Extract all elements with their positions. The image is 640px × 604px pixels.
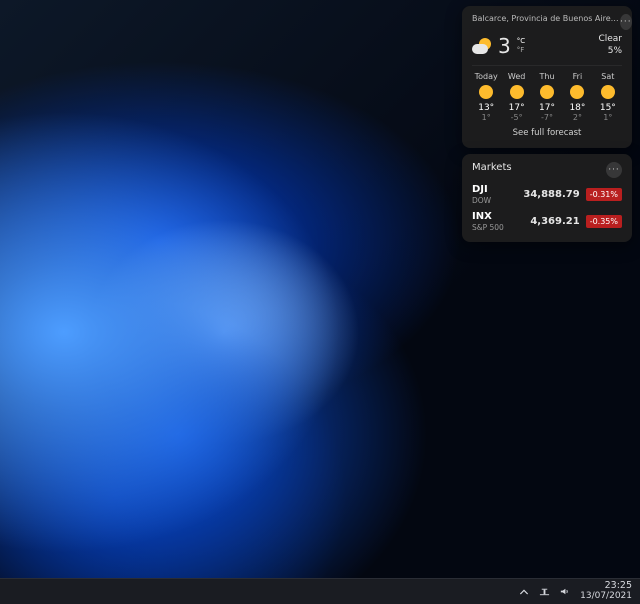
day-high: 13° bbox=[472, 103, 500, 113]
day-low: 1° bbox=[472, 113, 500, 122]
markets-header: Markets ··· bbox=[472, 162, 622, 178]
day-name: Wed bbox=[502, 72, 530, 81]
markets-rows: DJI DOW 34,888.79 -0.31% INX S&P 500 4,3… bbox=[472, 184, 622, 232]
day-high: 18° bbox=[563, 103, 591, 113]
system-tray bbox=[518, 586, 570, 598]
day-high: 17° bbox=[533, 103, 561, 113]
forecast-day[interactable]: Fri 18° 2° bbox=[563, 72, 591, 122]
taskbar[interactable]: 23:25 13/07/2021 bbox=[0, 578, 640, 604]
weather-temp: 3 bbox=[498, 36, 511, 56]
partly-cloudy-icon bbox=[472, 35, 494, 57]
forecast-day[interactable]: Thu 17° -7° bbox=[533, 72, 561, 122]
day-name: Fri bbox=[563, 72, 591, 81]
weather-now-left: 3 °C °F bbox=[472, 35, 525, 57]
day-low: 1° bbox=[594, 113, 622, 122]
markets-more-button[interactable]: ··· bbox=[606, 162, 622, 178]
market-value: 4,369.21 bbox=[530, 216, 579, 227]
weather-condition: Clear bbox=[598, 34, 622, 46]
weather-header: Balcarce, Provincia de Buenos Aires, ...… bbox=[472, 14, 622, 30]
unit-fahrenheit[interactable]: °F bbox=[517, 46, 525, 54]
unit-celsius[interactable]: °C bbox=[517, 37, 525, 45]
desktop[interactable]: Balcarce, Provincia de Buenos Aires, ...… bbox=[0, 0, 640, 604]
market-symbol: INX bbox=[472, 211, 504, 223]
market-symbol: DJI bbox=[472, 184, 491, 196]
day-high: 17° bbox=[502, 103, 530, 113]
market-change: -0.35% bbox=[586, 215, 622, 228]
market-value: 34,888.79 bbox=[523, 189, 579, 200]
market-left: INX S&P 500 bbox=[472, 211, 504, 232]
forecast-day[interactable]: Wed 17° -5° bbox=[502, 72, 530, 122]
see-full-forecast-link[interactable]: See full forecast bbox=[472, 128, 622, 138]
taskbar-date: 13/07/2021 bbox=[580, 592, 632, 602]
weather-now: 3 °C °F Clear 5% bbox=[472, 34, 622, 57]
sunny-icon bbox=[570, 85, 584, 99]
day-name: Today bbox=[472, 72, 500, 81]
day-low: -7° bbox=[533, 113, 561, 122]
forecast-day[interactable]: Sat 15° 1° bbox=[594, 72, 622, 122]
day-name: Sat bbox=[594, 72, 622, 81]
network-icon[interactable] bbox=[538, 586, 550, 598]
weather-location: Balcarce, Provincia de Buenos Aires, ... bbox=[472, 14, 620, 23]
market-change: -0.31% bbox=[586, 188, 622, 201]
weather-units[interactable]: °C °F bbox=[517, 37, 525, 54]
market-name: S&P 500 bbox=[472, 223, 504, 232]
speaker-icon[interactable] bbox=[558, 586, 570, 598]
weather-more-button[interactable]: ··· bbox=[620, 14, 632, 30]
day-name: Thu bbox=[533, 72, 561, 81]
weather-widget[interactable]: Balcarce, Provincia de Buenos Aires, ...… bbox=[462, 6, 632, 148]
sunny-icon bbox=[479, 85, 493, 99]
weather-header-left: Balcarce, Provincia de Buenos Aires, ... bbox=[472, 14, 620, 23]
market-row[interactable]: INX S&P 500 4,369.21 -0.35% bbox=[472, 211, 622, 232]
market-row[interactable]: DJI DOW 34,888.79 -0.31% bbox=[472, 184, 622, 205]
market-left: DJI DOW bbox=[472, 184, 491, 205]
sunny-icon bbox=[540, 85, 554, 99]
day-high: 15° bbox=[594, 103, 622, 113]
taskbar-clock[interactable]: 23:25 13/07/2021 bbox=[580, 581, 632, 601]
forecast-day[interactable]: Today 13° 1° bbox=[472, 72, 500, 122]
sunny-icon bbox=[510, 85, 524, 99]
chevron-up-icon[interactable] bbox=[518, 586, 530, 598]
market-name: DOW bbox=[472, 196, 491, 205]
markets-title: Markets bbox=[472, 162, 512, 173]
weather-now-right: Clear 5% bbox=[598, 34, 622, 57]
weather-forecast-days: Today 13° 1° Wed 17° -5° Thu 17° -7° bbox=[472, 65, 622, 122]
widgets-panel: Balcarce, Provincia de Buenos Aires, ...… bbox=[462, 6, 632, 242]
sunny-icon bbox=[601, 85, 615, 99]
weather-precip: 5% bbox=[598, 46, 622, 58]
day-low: -5° bbox=[502, 113, 530, 122]
day-low: 2° bbox=[563, 113, 591, 122]
markets-widget[interactable]: Markets ··· DJI DOW 34,888.79 -0.31% INX… bbox=[462, 154, 632, 242]
